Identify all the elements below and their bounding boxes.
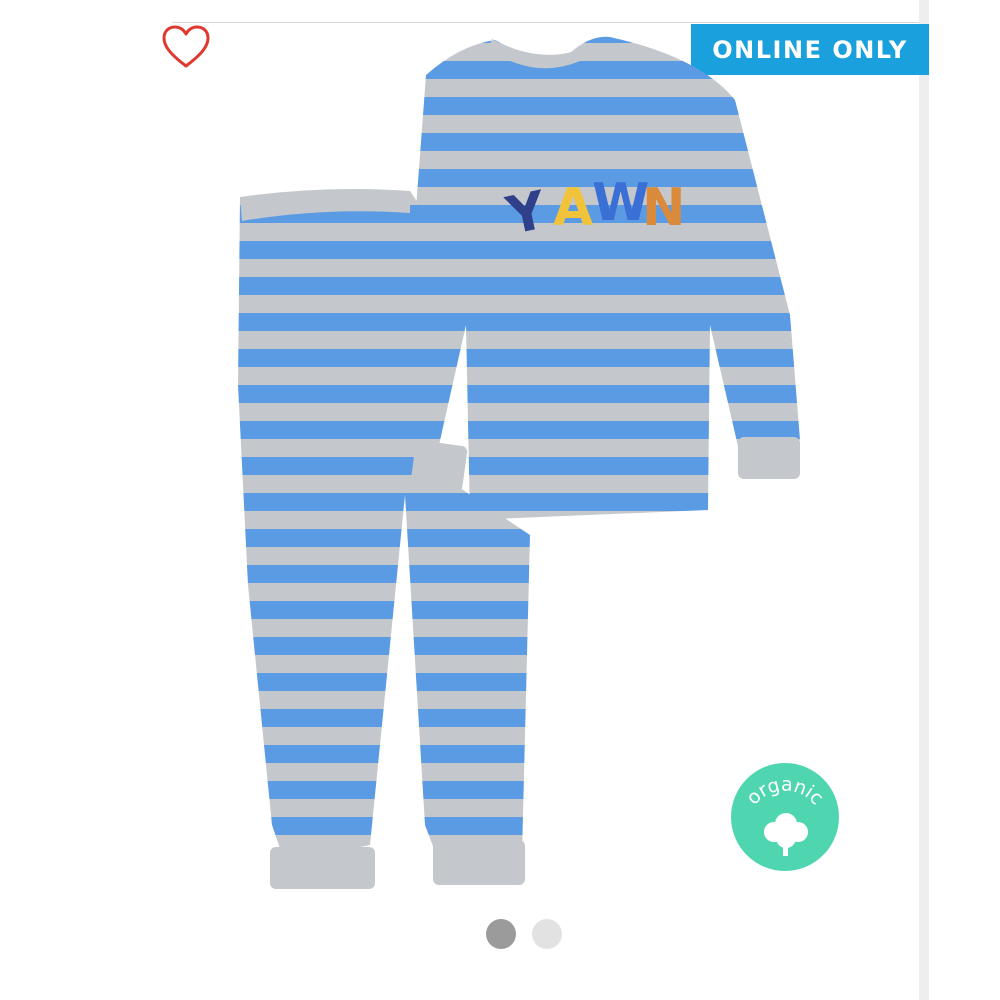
striped-pajama-set-image: Y A W N <box>238 36 800 889</box>
carousel-dot-2[interactable] <box>532 919 562 949</box>
product-image[interactable]: Y A W N <box>230 25 810 895</box>
favorite-button[interactable] <box>160 24 212 70</box>
heart-outline-icon <box>162 25 210 68</box>
top-divider <box>172 22 920 23</box>
carousel-indicator <box>486 919 562 949</box>
organic-badge: organic <box>730 762 840 872</box>
shirt-letter-n: N <box>642 178 686 238</box>
carousel-dot-1[interactable] <box>486 919 516 949</box>
scrollbar-track[interactable] <box>919 0 929 1000</box>
shirt-letter-w: W <box>592 173 649 233</box>
shirt-letter-a: A <box>553 178 593 238</box>
